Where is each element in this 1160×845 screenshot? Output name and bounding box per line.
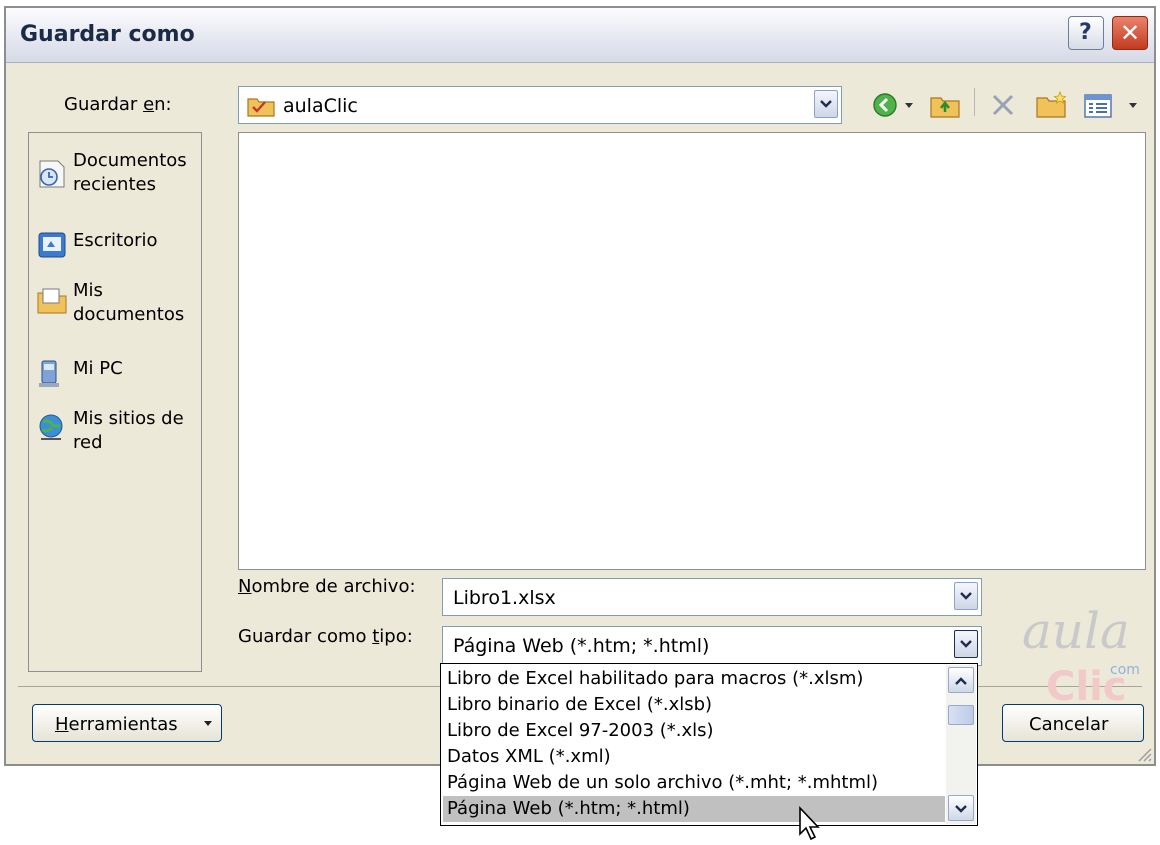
tools-button[interactable]: Herramientas — [32, 704, 222, 742]
place-recent-documents[interactable]: Documentos recientes — [35, 149, 201, 209]
list-item-selected[interactable]: Página Web (*.htm; *.html) — [443, 796, 945, 822]
help-button[interactable]: ? — [1068, 16, 1104, 50]
network-places-icon — [39, 414, 63, 440]
filename-label: Nombre de archivo: — [238, 576, 416, 597]
list-item[interactable]: Libro de Excel 97-2003 (*.xls) — [443, 718, 945, 744]
toolbar-separator — [974, 88, 975, 116]
save-in-value: aulaClic — [283, 95, 358, 117]
dropdown-scrollbar[interactable] — [946, 665, 976, 824]
close-button[interactable]: ✕ — [1112, 16, 1148, 50]
dropdown-arrow-icon — [204, 721, 212, 726]
resize-grip-icon[interactable] — [1136, 746, 1152, 762]
filename-value: Libro1.xlsx — [453, 587, 556, 609]
chevron-up-icon — [955, 677, 967, 685]
back-icon[interactable] — [872, 92, 898, 118]
back-dropdown-icon[interactable] — [904, 102, 914, 110]
save-in-dropdown-button[interactable] — [814, 90, 838, 118]
place-label: Mi PC — [73, 358, 123, 379]
filetype-dropdown-button[interactable] — [954, 630, 978, 658]
filename-field[interactable]: Libro1.xlsx — [442, 578, 982, 616]
my-computer-icon — [39, 360, 59, 387]
views-dropdown-icon[interactable] — [1128, 102, 1138, 110]
list-item[interactable]: Datos XML (*.xml) — [443, 744, 945, 770]
place-label: Escritorio — [73, 230, 158, 251]
mouse-cursor-icon — [799, 806, 820, 841]
scroll-up-button[interactable] — [948, 667, 974, 693]
scroll-thumb[interactable] — [948, 705, 974, 725]
title-bar[interactable]: Guardar como ? ✕ — [6, 8, 1154, 63]
filetype-value: Página Web (*.htm; *.html) — [453, 635, 710, 657]
place-label: Documentos recientes — [73, 150, 187, 195]
delete-icon[interactable] — [990, 92, 1016, 118]
place-label: Mis sitios de red — [73, 408, 184, 453]
chevron-down-icon — [955, 805, 967, 813]
chevron-down-icon — [960, 592, 972, 600]
filename-dropdown-button[interactable] — [954, 582, 978, 610]
file-list-pane[interactable] — [238, 132, 1146, 570]
dialog-title: Guardar como — [20, 22, 195, 47]
save-as-dialog: Guardar como ? ✕ Guardar en: aulaClic Do… — [4, 6, 1156, 766]
places-bar: Documentos recientes Escritorio Mis docu… — [28, 132, 202, 672]
place-label: Mis documentos — [73, 280, 185, 325]
close-icon: ✕ — [1120, 19, 1141, 47]
place-my-documents[interactable]: Mis documentos — [35, 279, 201, 339]
chevron-down-icon — [820, 100, 832, 108]
save-in-combo[interactable]: aulaClic — [238, 86, 842, 124]
recent-documents-icon — [39, 160, 65, 188]
scroll-down-button[interactable] — [948, 795, 974, 821]
filetype-dropdown-list[interactable]: Libro de Excel habilitado para macros (*… — [440, 663, 978, 826]
list-item[interactable]: Página Web de un solo archivo (*.mht; *.… — [443, 770, 945, 796]
chevron-down-icon — [960, 640, 972, 648]
list-item[interactable]: Libro binario de Excel (*.xlsb) — [443, 692, 945, 718]
filetype-label: Guardar como tipo: — [238, 626, 413, 647]
place-my-computer[interactable]: Mi PC — [35, 353, 201, 413]
up-folder-icon[interactable] — [930, 92, 960, 118]
desktop-icon — [38, 232, 66, 258]
save-in-label: Guardar en: — [64, 94, 172, 115]
place-desktop[interactable]: Escritorio — [35, 225, 201, 285]
my-documents-icon — [37, 288, 67, 314]
filetype-select[interactable]: Página Web (*.htm; *.html) — [442, 626, 982, 666]
list-item[interactable]: Libro de Excel habilitado para macros (*… — [443, 666, 945, 692]
new-folder-icon[interactable] — [1036, 90, 1068, 118]
views-icon[interactable] — [1084, 94, 1112, 118]
folder-icon — [247, 98, 275, 117]
place-network[interactable]: Mis sitios de red — [35, 407, 201, 467]
help-icon: ? — [1079, 20, 1092, 45]
